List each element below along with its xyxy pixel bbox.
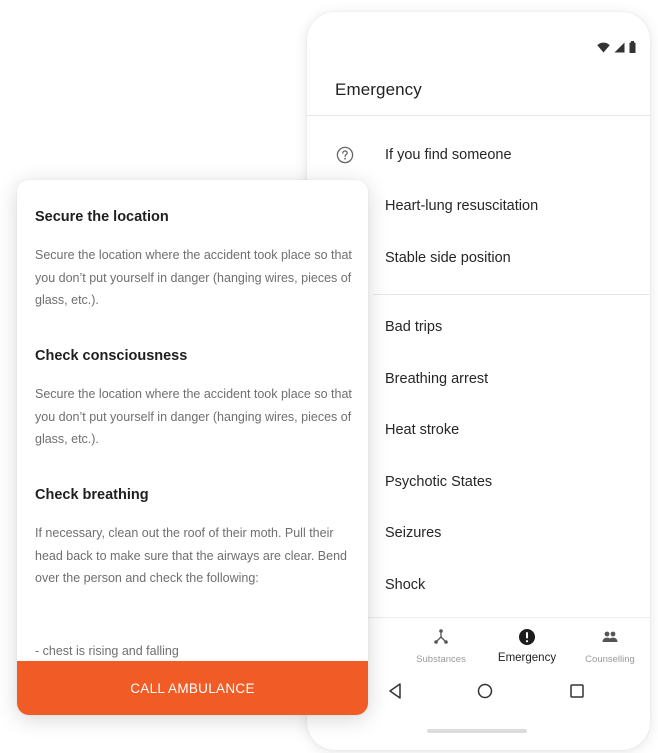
section-body: If necessary, clean out the roof of thei… — [35, 526, 347, 585]
first-aid-card: Secure the location Secure the location … — [17, 180, 368, 715]
card-content[interactable]: Secure the location Secure the location … — [17, 180, 368, 661]
call-ambulance-button[interactable]: CALL AMBULANCE — [17, 661, 368, 715]
screen: Emergency If you find someone Heart-lung… — [0, 0, 658, 753]
signal-icon — [614, 42, 625, 52]
section-title: Check breathing — [35, 487, 149, 503]
section-title: Check consciousness — [35, 348, 188, 364]
menu-item-label: Heart-lung resuscitation — [385, 198, 539, 214]
battery-icon — [629, 41, 636, 53]
menu-item-label: Shock — [385, 577, 426, 593]
home-icon[interactable] — [474, 680, 496, 702]
tab-label: Counselling — [585, 654, 635, 665]
molecule-icon — [434, 629, 448, 644]
tab-emergency[interactable]: Emergency — [487, 618, 567, 674]
menu-item-label: Stable side position — [385, 250, 511, 266]
menu-item-label: Bad trips — [385, 319, 443, 335]
people-icon — [602, 631, 618, 642]
tab-substances[interactable]: Substances — [401, 618, 481, 674]
help-circle-icon — [336, 146, 354, 164]
menu-item-label: Psychotic States — [385, 474, 493, 490]
divider — [307, 115, 650, 116]
section-body: Secure the location where the accident t… — [35, 387, 352, 446]
menu-item-if-you-find-someone[interactable]: If you find someone — [307, 135, 650, 175]
menu-item-label: Breathing arrest — [385, 371, 489, 387]
wifi-icon — [597, 42, 610, 52]
menu-item-label: If you find someone — [385, 147, 512, 163]
section-body: Secure the location where the accident t… — [35, 248, 352, 307]
home-indicator[interactable] — [427, 729, 527, 733]
alert-icon — [519, 629, 535, 645]
menu-item-label: Seizures — [385, 525, 442, 541]
divider — [373, 294, 650, 295]
tab-counselling[interactable]: Counselling — [570, 618, 650, 674]
page-title: Emergency — [335, 80, 422, 99]
section-title: Secure the location — [35, 209, 169, 225]
back-icon[interactable] — [385, 680, 407, 702]
status-bar — [597, 40, 636, 54]
menu-item-label: Heat stroke — [385, 422, 460, 438]
tab-label: Emergency — [497, 652, 557, 664]
recents-icon[interactable] — [566, 680, 588, 702]
bullet-item: - chest is rising and falling — [35, 644, 179, 658]
tab-label: Substances — [416, 654, 466, 665]
